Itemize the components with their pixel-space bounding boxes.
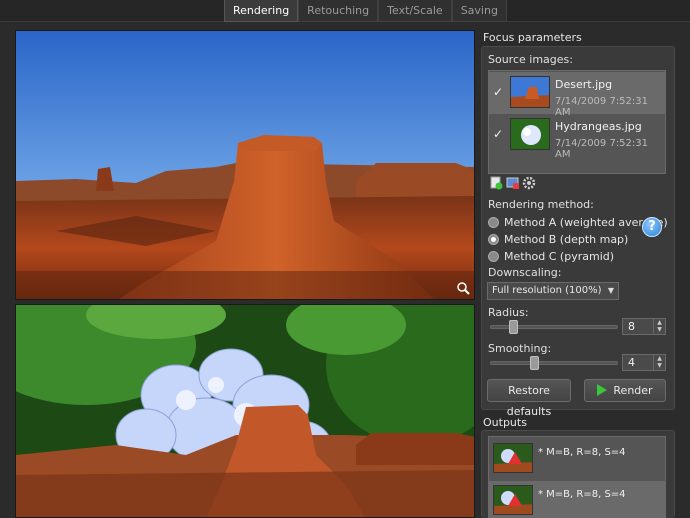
downscaling-select[interactable]: Full resolution (100%) ▼	[487, 282, 619, 300]
method-c-label: Method C (pyramid)	[504, 249, 615, 263]
smoothing-value: 4	[628, 356, 635, 369]
list-item[interactable]: * M=B, R=8, S=4	[489, 481, 665, 518]
desert-image	[16, 31, 474, 299]
output-thumbnail	[493, 485, 533, 515]
list-item[interactable]: * M=B, R=8, S=4	[489, 439, 665, 479]
source-name: Hydrangeas.jpg	[555, 120, 642, 133]
spin-up-icon[interactable]: ▲	[654, 355, 665, 362]
checkbox-hydrangeas[interactable]: ✓	[493, 128, 505, 140]
source-name: Desert.jpg	[555, 78, 613, 91]
tab-bar: Rendering Retouching Text/Scale Saving	[0, 0, 690, 22]
rendering-method-label: Rendering method:	[488, 198, 594, 211]
outputs-title: Outputs	[483, 416, 527, 429]
source-image-list[interactable]: ✓ Desert.jpg 7/14/2009 7:52:31 AM ✓ Hydr…	[488, 70, 666, 174]
tab-rendering[interactable]: Rendering	[224, 0, 299, 22]
smoothing-label: Smoothing:	[488, 342, 552, 355]
radio-button-selected[interactable]	[488, 233, 499, 245]
method-c-radio[interactable]: Method C (pyramid)	[488, 249, 614, 263]
add-image-icon[interactable]	[489, 176, 503, 190]
render-button[interactable]: Render	[584, 379, 666, 402]
gear-icon[interactable]	[522, 176, 536, 190]
result-image	[16, 305, 474, 517]
output-list[interactable]: * M=B, R=8, S=4 * M=B, R=8, S=4	[488, 436, 666, 518]
source-images-label: Source images:	[488, 53, 573, 66]
spin-up-icon[interactable]: ▲	[654, 319, 665, 326]
zoom-icon[interactable]	[456, 281, 470, 295]
help-icon[interactable]: ?	[642, 217, 662, 237]
output-label: * M=B, R=8, S=4	[538, 447, 626, 458]
radio-button[interactable]	[488, 250, 499, 262]
list-item[interactable]: ✓ Desert.jpg 7/14/2009 7:52:31 AM	[489, 72, 665, 118]
radius-stepper[interactable]: 8 ▲ ▼	[622, 318, 666, 335]
remove-image-icon[interactable]	[506, 176, 520, 190]
radius-slider[interactable]	[490, 320, 618, 334]
thumbnail-hydrangeas	[510, 118, 550, 150]
warning-icon	[508, 452, 522, 464]
radius-slider-thumb[interactable]	[508, 320, 518, 334]
warning-icon	[508, 494, 522, 506]
checkbox-desert[interactable]: ✓	[493, 86, 505, 98]
result-image-viewer[interactable]	[15, 304, 475, 518]
thumbnail-desert	[510, 76, 550, 108]
method-a-radio[interactable]: Method A (weighted average)	[488, 215, 668, 229]
method-b-label: Method B (depth map)	[504, 232, 629, 246]
focus-parameters-title: Focus parameters	[483, 31, 582, 44]
chevron-down-icon: ▼	[607, 286, 614, 295]
output-label: * M=B, R=8, S=4	[538, 489, 626, 500]
spin-down-icon[interactable]: ▼	[654, 326, 665, 333]
smoothing-slider-thumb[interactable]	[530, 356, 540, 370]
radio-button[interactable]	[488, 216, 499, 228]
smoothing-stepper[interactable]: 4 ▲ ▼	[622, 354, 666, 371]
spin-down-icon[interactable]: ▼	[654, 362, 665, 369]
downscaling-label: Downscaling:	[488, 266, 562, 279]
radius-value: 8	[628, 320, 635, 333]
output-thumbnail	[493, 443, 533, 473]
tab-text-scale[interactable]: Text/Scale	[378, 0, 452, 22]
tab-retouching[interactable]: Retouching	[298, 0, 379, 22]
list-item[interactable]: ✓ Hydrangeas.jpg 7/14/2009 7:52:31 AM	[489, 114, 665, 160]
radius-label: Radius:	[488, 306, 529, 319]
source-image-viewer[interactable]	[15, 30, 475, 300]
source-date: 7/14/2009 7:52:31 AM	[555, 138, 649, 160]
method-b-radio[interactable]: Method B (depth map)	[488, 232, 628, 246]
play-icon	[597, 384, 608, 396]
render-label: Render	[613, 384, 653, 397]
tab-saving[interactable]: Saving	[451, 0, 507, 22]
smoothing-slider[interactable]	[490, 356, 618, 370]
restore-defaults-button[interactable]: Restore defaults	[487, 379, 571, 418]
downscaling-value: Full resolution (100%)	[492, 285, 602, 296]
